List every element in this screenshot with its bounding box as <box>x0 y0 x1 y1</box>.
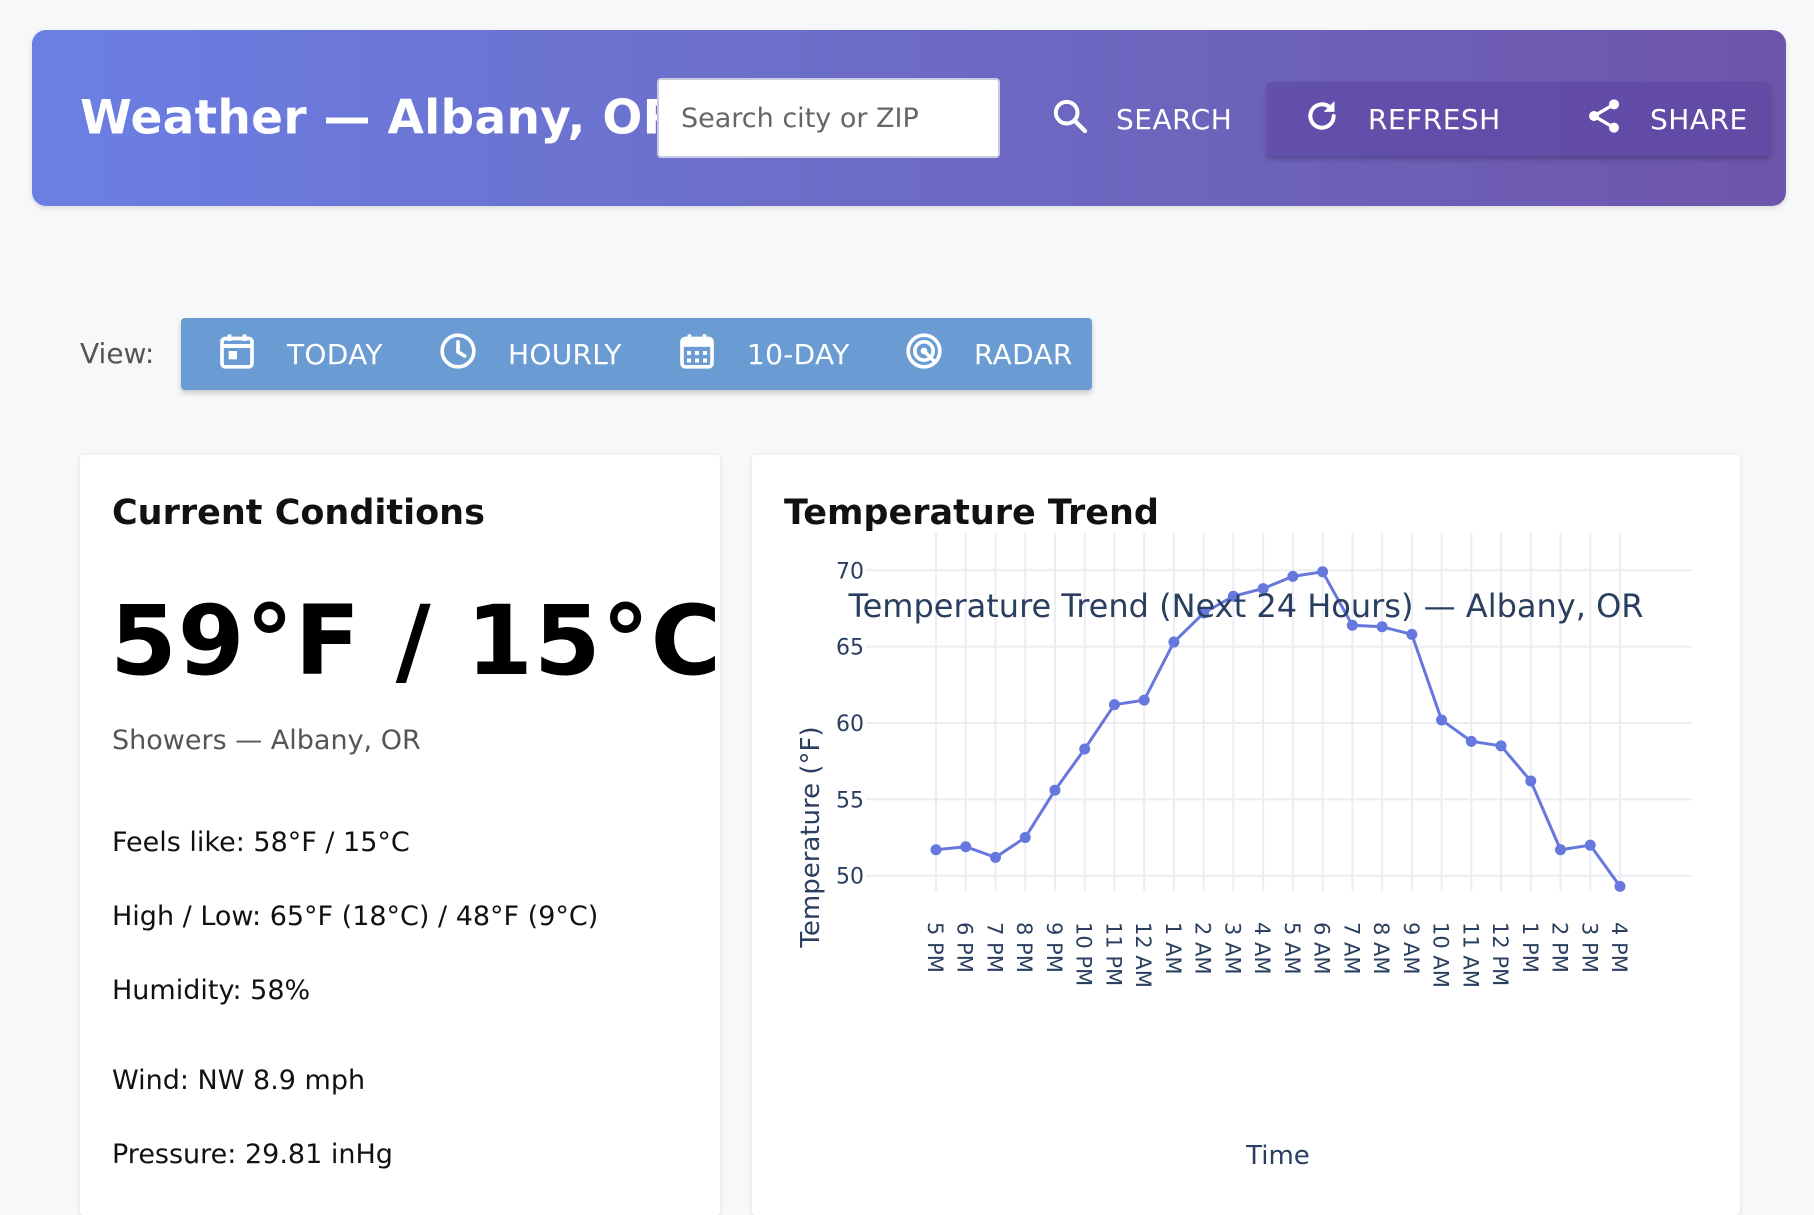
search-input[interactable] <box>657 78 1000 158</box>
x-tick-label: 5 PM <box>923 922 947 973</box>
x-tick-label: 7 PM <box>982 922 1006 973</box>
temperature-trend-card: Temperature Trend 5 PM 6 PM 7 PM 8 PM 9 PM 10… <box>752 455 1740 1215</box>
x-tick-label: 2 PM <box>1548 922 1572 973</box>
view-today-label: TODAY <box>287 337 383 371</box>
temperature-point[interactable] <box>1168 636 1180 648</box>
humidity: Humidity: 58% <box>112 975 311 1006</box>
share-icon <box>1584 96 1624 143</box>
calendar-day-icon <box>217 331 257 378</box>
app-header: Weather — Albany, OR SEARCH REFRESH SHAR… <box>32 30 1786 206</box>
y-tick-label: 60 <box>836 712 864 737</box>
x-tick-label: 11 AM <box>1458 922 1482 988</box>
y-tick-label: 50 <box>836 865 864 890</box>
temperature-point[interactable] <box>1317 566 1329 578</box>
x-tick-label: 2 AM <box>1191 922 1215 975</box>
x-tick-label: 3 AM <box>1220 922 1244 975</box>
view-today-button[interactable]: TODAY <box>217 318 383 390</box>
view-10day-button[interactable]: 10-DAY <box>677 318 850 390</box>
x-tick-label: 7 AM <box>1339 922 1363 975</box>
temperature-point[interactable] <box>1108 699 1120 711</box>
feels-like: Feels like: 58°F / 15°C <box>112 827 410 858</box>
x-tick-label: 3 PM <box>1577 922 1601 973</box>
x-tick-label: 4 PM <box>1607 922 1631 973</box>
y-tick-label: 65 <box>836 636 864 661</box>
x-tick-label: 8 PM <box>1012 922 1036 973</box>
refresh-button-label: REFRESH <box>1368 102 1501 136</box>
x-axis-label: Time <box>1245 1141 1310 1171</box>
current-conditions-title: Current Conditions <box>112 493 485 533</box>
view-label: View: <box>80 337 155 370</box>
temperature-point[interactable] <box>1019 832 1031 844</box>
x-tick-label: 1 AM <box>1161 922 1185 975</box>
view-hourly-label: HOURLY <box>508 337 622 371</box>
x-tick-label: 8 AM <box>1369 922 1393 975</box>
share-button-label: SHARE <box>1650 102 1748 136</box>
weather-summary: Showers — Albany, OR <box>112 725 421 756</box>
chart-title: Temperature Trend (Next 24 Hours) — Alba… <box>848 587 1644 625</box>
high-low: High / Low: 65°F (18°C) / 48°F (9°C) <box>112 901 599 932</box>
view-10day-label: 10-DAY <box>747 337 850 371</box>
x-tick-label: 10 PM <box>1072 922 1096 986</box>
pressure: Pressure: 29.81 inHg <box>112 1139 393 1170</box>
x-tick-label: 6 AM <box>1310 922 1334 975</box>
wind: Wind: NW 8.9 mph <box>112 1065 366 1096</box>
temperature-point[interactable] <box>1436 714 1448 726</box>
y-axis-label: Temperature (°F) <box>796 726 826 948</box>
temperature-point[interactable] <box>1406 628 1418 640</box>
view-radar-label: RADAR <box>974 337 1073 371</box>
search-button-label: SEARCH <box>1116 102 1233 136</box>
x-tick-label: 9 AM <box>1399 922 1423 975</box>
search-button[interactable]: SEARCH <box>1050 90 1232 148</box>
y-tick-label: 55 <box>836 788 864 813</box>
view-toggle-group: TODAY HOURLY 10-DAY RADAR <box>181 318 1092 390</box>
temperature-chart: 5 PM 6 PM 7 PM 8 PM 9 PM 10 PM 11 PM 12 AM 1 AM 2… <box>796 533 1692 1171</box>
x-tick-label: 6 PM <box>953 922 977 973</box>
share-button[interactable]: SHARE <box>1584 90 1748 148</box>
temperature-point[interactable] <box>1079 743 1091 755</box>
page-title: Weather — Albany, OR <box>80 90 680 146</box>
clock-icon <box>438 331 478 378</box>
x-tick-label: 5 AM <box>1280 922 1304 975</box>
refresh-icon <box>1302 96 1342 143</box>
temperature-point[interactable] <box>1525 775 1537 787</box>
temperature-point[interactable] <box>960 841 972 853</box>
temperature-point[interactable] <box>989 851 1001 863</box>
x-tick-label: 10 AM <box>1429 922 1453 988</box>
current-conditions-card: Current Conditions 59°F / 15°C Showers —… <box>80 455 723 1215</box>
search-icon <box>1050 96 1090 143</box>
x-tick-label: 12 PM <box>1488 922 1512 986</box>
view-hourly-button[interactable]: HOURLY <box>438 318 622 390</box>
temperature-point[interactable] <box>1584 839 1596 851</box>
temperature-point[interactable] <box>1138 694 1150 706</box>
refresh-button[interactable]: REFRESH <box>1302 90 1501 148</box>
calendar-month-icon <box>677 331 717 378</box>
temperature-point[interactable] <box>1495 740 1507 752</box>
temperature-point[interactable] <box>930 844 942 856</box>
temperature-point[interactable] <box>1555 844 1567 856</box>
radar-icon <box>904 331 944 378</box>
x-tick-label: 12 AM <box>1131 922 1155 988</box>
y-tick-label: 70 <box>836 559 864 584</box>
x-tick-label: 1 PM <box>1518 922 1542 973</box>
current-temperature: 59°F / 15°C <box>110 585 723 697</box>
temperature-point[interactable] <box>1465 735 1477 747</box>
x-tick-label: 11 PM <box>1101 922 1125 986</box>
x-tick-label: 4 AM <box>1250 922 1274 975</box>
temperature-point[interactable] <box>1614 880 1626 892</box>
temperature-point[interactable] <box>1287 570 1299 582</box>
temperature-point[interactable] <box>1049 784 1061 796</box>
x-tick-label: 9 PM <box>1042 922 1066 973</box>
view-radar-button[interactable]: RADAR <box>904 318 1073 390</box>
